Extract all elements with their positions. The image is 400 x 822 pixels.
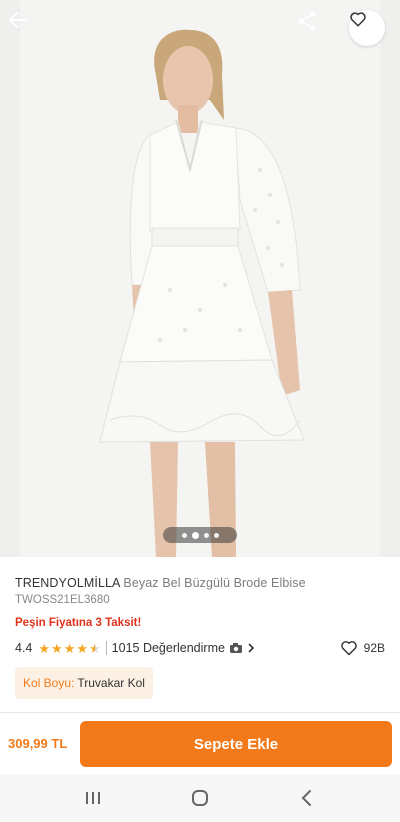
product-title: TRENDYOLMİLLA Beyaz Bel Büzgülü Brode El… xyxy=(15,576,306,590)
bottom-divider xyxy=(0,712,400,713)
pagination-dot[interactable] xyxy=(203,532,209,538)
share-button[interactable] xyxy=(296,10,332,46)
favorite-button[interactable] xyxy=(349,10,385,46)
product-sku: TWOSS21EL3680 xyxy=(15,594,110,606)
product-name: Beyaz Bel Büzgülü Brode Elbise xyxy=(123,576,306,590)
camera-icon xyxy=(229,643,242,653)
favorite-count-area[interactable]: 92B xyxy=(340,640,385,656)
back-button[interactable] xyxy=(8,10,44,46)
home-icon xyxy=(191,790,208,806)
favorite-count: 92B xyxy=(363,641,385,655)
reviews-link[interactable]: 1015 Değerlendirme xyxy=(112,641,255,655)
star-icon: ★ xyxy=(76,640,89,656)
star-icon: ★ xyxy=(63,640,76,656)
add-to-cart-button[interactable]: Sepete Ekle xyxy=(80,721,392,767)
recent-apps-button[interactable] xyxy=(73,778,113,818)
variant-label: Kol Boyu: xyxy=(23,676,75,690)
pagination-dot-active[interactable] xyxy=(191,531,199,539)
rating-value: 4.4 xyxy=(15,641,33,655)
star-icon: ★ xyxy=(51,640,63,656)
installment-info: Peşin Fiyatına 3 Taksit! xyxy=(15,617,142,629)
recent-apps-icon xyxy=(86,792,101,804)
heart-icon xyxy=(340,641,357,656)
heart-icon xyxy=(350,12,366,27)
rating-stars: ★ ★ ★ ★ ★ xyxy=(38,642,100,655)
product-price: 309,99 TL xyxy=(8,736,68,751)
star-half-icon: ★ xyxy=(89,640,101,656)
brand-name[interactable]: TRENDYOLMİLLA xyxy=(15,576,120,590)
pagination-dot[interactable] xyxy=(181,532,187,538)
back-icon xyxy=(301,790,311,806)
system-back-button[interactable] xyxy=(287,778,327,818)
chevron-right-icon xyxy=(248,643,255,653)
home-button[interactable] xyxy=(180,778,220,818)
arrow-left-icon xyxy=(9,12,27,28)
product-image-gallery[interactable] xyxy=(0,0,400,557)
star-icon: ★ xyxy=(38,640,51,656)
system-navigation-bar xyxy=(0,774,400,822)
product-photo xyxy=(0,0,400,557)
share-icon xyxy=(298,11,316,31)
variant-value: Truvakar Kol xyxy=(77,676,145,690)
pagination-dot[interactable] xyxy=(213,532,219,538)
variant-selector[interactable]: Kol Boyu: Truvakar Kol xyxy=(15,667,153,699)
gallery-pagination[interactable] xyxy=(163,527,237,543)
rating-row: 4.4 ★ ★ ★ ★ ★ 1015 Değerlendirme 92B xyxy=(15,638,385,658)
review-count[interactable]: 1015 Değerlendirme xyxy=(112,641,225,655)
divider xyxy=(105,641,107,655)
